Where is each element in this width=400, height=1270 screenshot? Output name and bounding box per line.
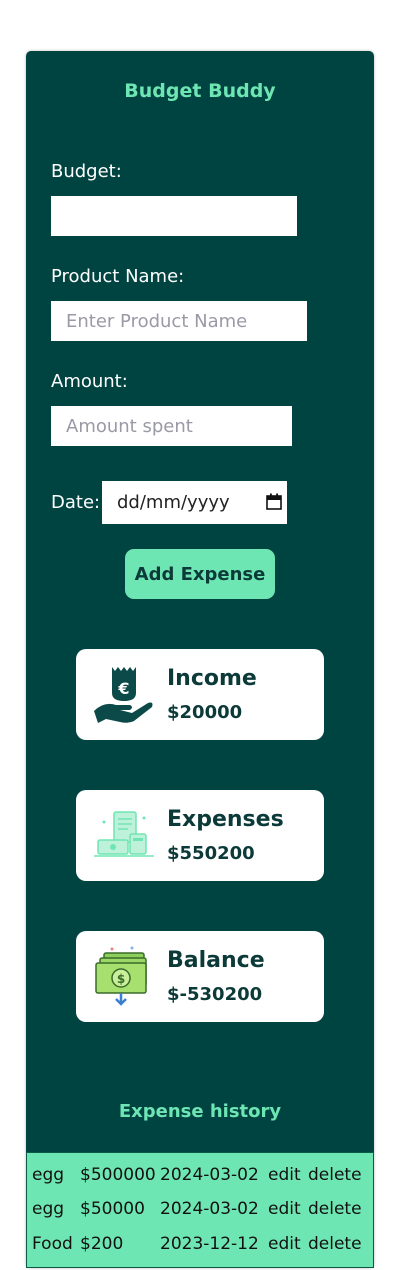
delete-button[interactable]: delete [308, 1199, 364, 1229]
product-name-input[interactable] [51, 301, 307, 341]
expenses-card: Expenses $550200 [76, 790, 324, 881]
balance-label: Balance [167, 948, 265, 973]
edit-button[interactable]: edit [268, 1165, 308, 1195]
item-date: 2023-12-12 [160, 1234, 259, 1254]
list-item: Food $200 2023-12-12 edit delete [32, 1234, 364, 1264]
budget-panel: Budget Buddy Budget: Product Name: Amoun… [26, 51, 374, 1268]
item-name: Food [32, 1234, 73, 1254]
item-name: egg [32, 1165, 65, 1185]
app-title: Budget Buddy [124, 80, 276, 102]
item-amount: $200 [80, 1234, 124, 1254]
income-card: € Income $20000 [76, 649, 324, 740]
money-stack-icon: $ [95, 946, 147, 1006]
expenses-value: $550200 [167, 843, 255, 864]
item-amount: $50000 [80, 1199, 145, 1219]
list-item: egg $500000 2024-03-02 edit delete [32, 1165, 364, 1195]
amount-input[interactable] [51, 406, 292, 446]
item-date: 2024-03-02 [160, 1199, 259, 1219]
hand-euro-icon: € [94, 667, 153, 723]
amount-label: Amount: [51, 371, 128, 392]
income-value: $20000 [167, 702, 243, 723]
delete-button[interactable]: delete [308, 1165, 364, 1195]
product-name-label: Product Name: [51, 266, 185, 287]
expense-history-title: Expense history [118, 1101, 282, 1122]
date-placeholder: dd/mm/yyyy [117, 492, 230, 513]
add-expense-button[interactable]: Add Expense [125, 549, 275, 599]
receipt-cash-icon [94, 811, 154, 857]
item-amount: $500000 [80, 1165, 156, 1185]
edit-button[interactable]: edit [268, 1199, 308, 1229]
svg-text:$: $ [117, 972, 125, 986]
income-label: Income [167, 666, 257, 691]
edit-button[interactable]: edit [268, 1234, 308, 1264]
item-name: egg [32, 1199, 65, 1219]
expenses-label: Expenses [167, 807, 284, 832]
balance-value: $-530200 [167, 984, 263, 1005]
budget-label: Budget: [51, 161, 122, 182]
balance-card: $ Balance $-530200 [76, 931, 324, 1022]
list-item: egg $50000 2024-03-02 edit delete [32, 1199, 364, 1229]
calendar-icon[interactable] [266, 493, 282, 510]
date-input[interactable]: dd/mm/yyyy [102, 481, 287, 524]
budget-input[interactable] [51, 196, 297, 236]
svg-text:€: € [117, 679, 129, 698]
delete-button[interactable]: delete [308, 1234, 364, 1264]
expense-history-list: egg $500000 2024-03-02 edit delete egg $… [26, 1152, 374, 1268]
date-label: Date: [51, 492, 101, 513]
item-date: 2024-03-02 [160, 1165, 259, 1185]
